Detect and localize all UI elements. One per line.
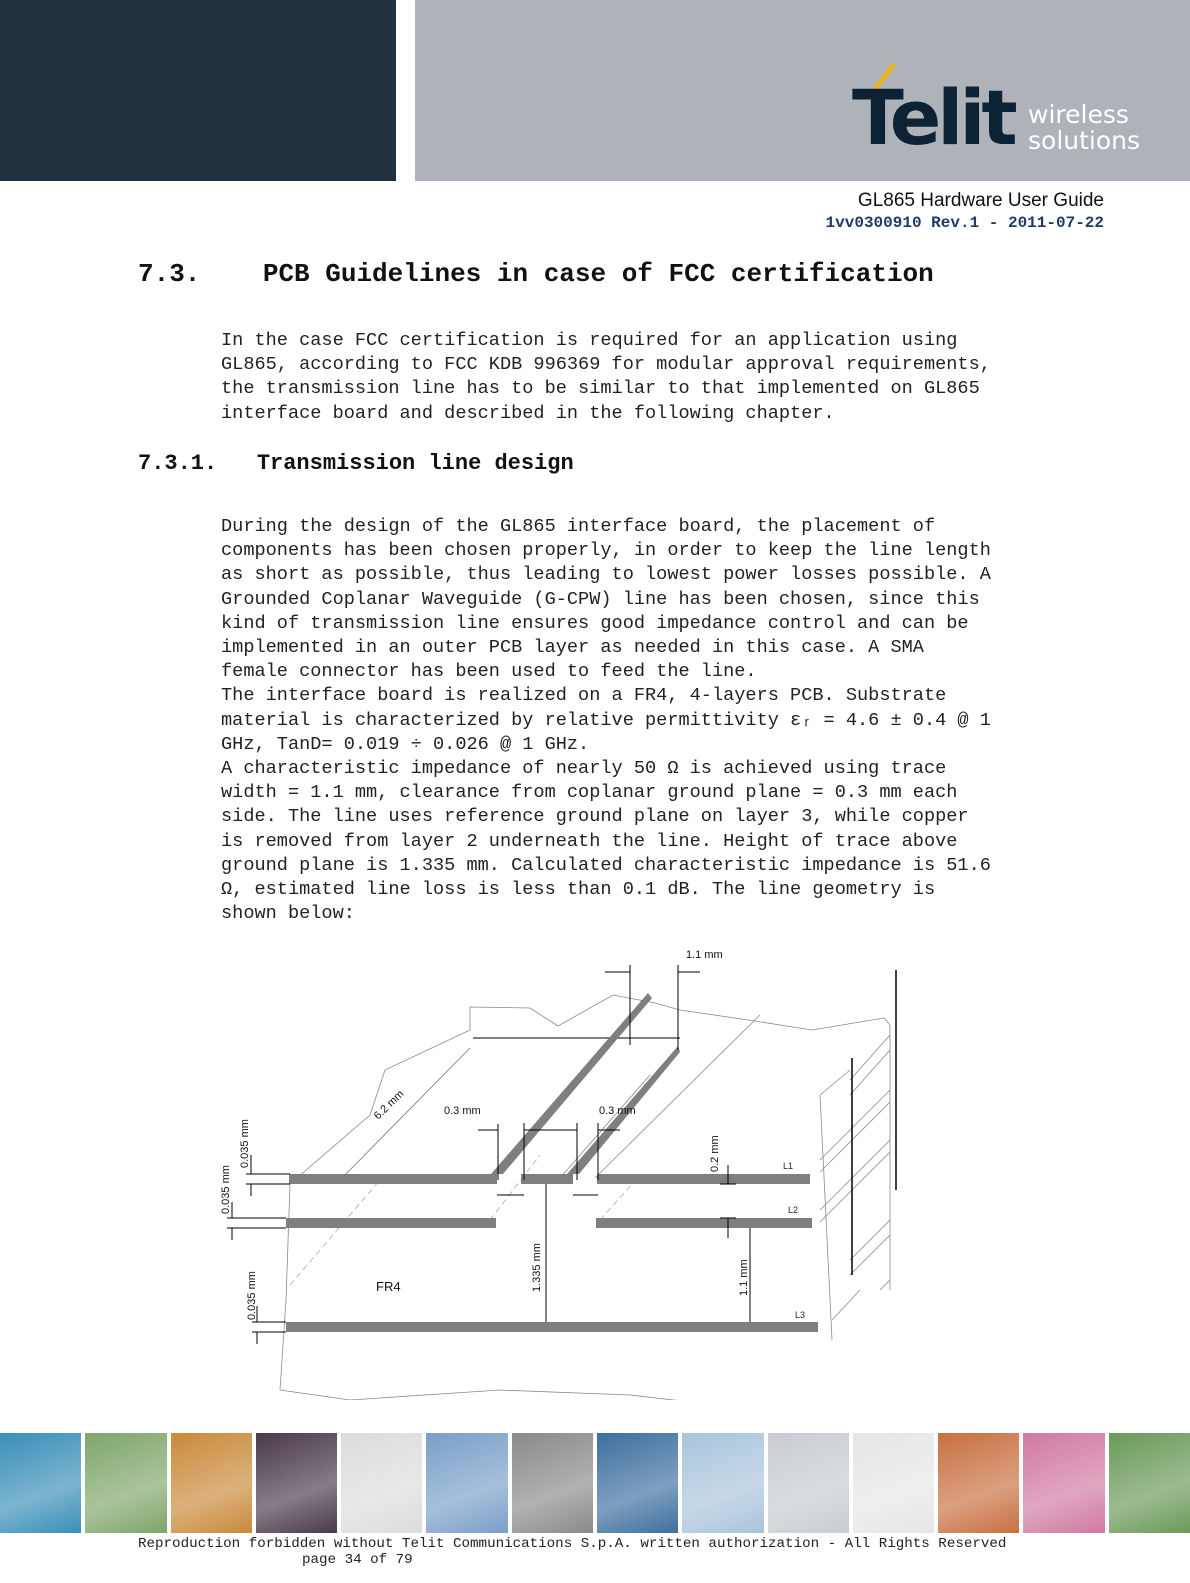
l1-l2-spacing-label: 0.2 mm: [709, 1135, 721, 1172]
document-revision: 1vv0300910 Rev.1 - 2011-07-22: [825, 214, 1104, 232]
side-edges: [851, 970, 897, 1275]
footer-photo-card-reader: [511, 1433, 593, 1533]
logo-wordmark: Telit: [852, 73, 1018, 162]
layer3-label: L3: [795, 1310, 805, 1320]
section-number: 7.3.: [138, 259, 201, 289]
section-heading: 7.3. PCB Guidelines in case of FCC certi…: [138, 259, 934, 289]
footer-photo-shipping-containers: [170, 1433, 252, 1533]
document-title: GL865 Hardware User Guide: [857, 190, 1104, 211]
footer-photo-digital-clock-display: [255, 1433, 338, 1533]
logo-tagline-line2: solutions: [1028, 126, 1141, 155]
layer2-copper: [286, 1218, 812, 1228]
telit-logo: Telit wireless solutions: [852, 58, 1152, 158]
copper-thickness-dimensions: [227, 1155, 290, 1344]
footer-photo-security-camera: [1108, 1433, 1190, 1533]
footer-page-number: page 34 of 79: [302, 1552, 413, 1568]
footer-photo-railway-line: [852, 1433, 935, 1533]
section-intro-paragraph: In the case FCC certification is require…: [221, 330, 991, 424]
footer-photo-traffic-lights: [0, 1433, 82, 1533]
trace-width-label: 1.1 mm: [686, 949, 723, 961]
l1-ground-left-edge: [491, 993, 652, 1174]
copper-l2-thickness-label: 0.035 mm: [220, 1165, 232, 1214]
l1-signal-trace: [521, 1174, 573, 1184]
footer-photo-sos-phone: [85, 1433, 167, 1533]
substrate-label: FR4: [376, 1279, 401, 1294]
copper-l1-thickness-label: 0.035 mm: [239, 1119, 251, 1168]
logo-tagline: wireless solutions: [1028, 102, 1140, 154]
subsection-title: Transmission line design: [256, 451, 574, 476]
footer-photo-vending-machine: [596, 1433, 679, 1533]
l1-ground-left: [289, 1174, 497, 1184]
trace-width-dimension: [605, 965, 700, 1050]
l2-ground-left: [286, 1218, 496, 1228]
gap-right-label: 0.3 mm: [599, 1105, 636, 1117]
footer-photo-train-station: [938, 1433, 1020, 1533]
layer1-copper: [289, 993, 810, 1184]
subsection-heading: 7.3.1. Transmission line design: [138, 451, 574, 476]
footer-copyright: Reproduction forbidden without Telit Com…: [138, 1536, 1007, 1552]
layer3-ground-plane: [286, 1322, 818, 1332]
footer-photo-laptop-keyboard: [341, 1433, 423, 1533]
section-title: PCB Guidelines in case of FCC certificat…: [262, 259, 934, 289]
l2-l3-spacing-label: 1.1 mm: [738, 1259, 750, 1296]
subsection-body-paragraph: During the design of the GL865 interface…: [221, 516, 991, 925]
layer1-label: L1: [783, 1161, 793, 1171]
footer-photo-wind-turbines: [682, 1433, 764, 1533]
copper-l3-thickness-label: 0.035 mm: [246, 1271, 258, 1320]
logo-tagline-line1: wireless: [1028, 100, 1129, 129]
l2-ground-right: [596, 1218, 812, 1228]
board-outline: [279, 994, 891, 1411]
gap-left-label: 0.3 mm: [444, 1105, 481, 1117]
layer2-label: L2: [788, 1205, 798, 1215]
footer-photo-electricity-meter: [767, 1433, 849, 1533]
header-dark-panel: [0, 0, 396, 181]
vertical-dimensions: [545, 1165, 751, 1322]
l1-ground-right: [597, 1174, 810, 1184]
footer-photo-strip: [0, 1433, 1190, 1533]
subsection-number: 7.3.1.: [138, 451, 218, 476]
trace-height-label: 1.335 mm: [531, 1243, 543, 1292]
footer-photo-production-line: [1023, 1433, 1105, 1533]
footer-photo-cyclist: [426, 1433, 508, 1533]
gcpw-geometry-diagram: 6.2 mm 1.1 mm 0.3 mm 0.3 mm 0.2 mm 1.1 m…: [200, 940, 920, 1411]
